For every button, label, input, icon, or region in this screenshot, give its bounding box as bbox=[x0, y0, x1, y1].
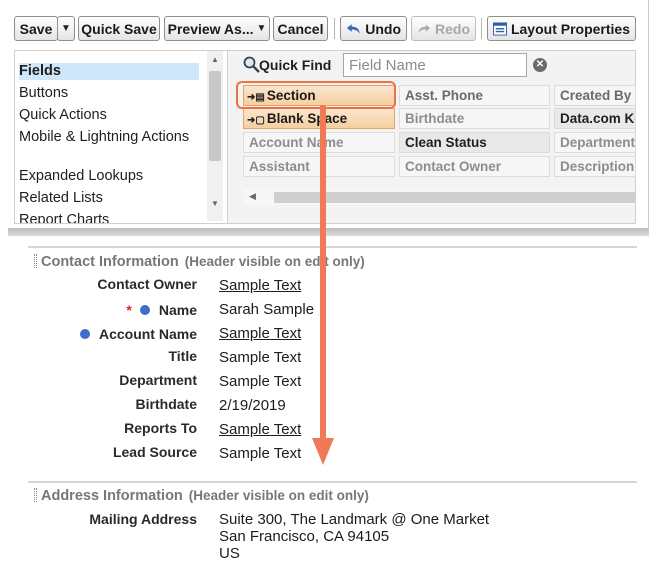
field-label-title: Title bbox=[168, 348, 197, 364]
undo-button[interactable]: Undo bbox=[340, 16, 407, 41]
section-highlight-callout bbox=[236, 81, 396, 109]
info-dot-icon bbox=[79, 329, 90, 339]
section-header-note: (Header visible on edit only) bbox=[184, 254, 365, 269]
section-title-text: Address Information bbox=[41, 488, 183, 504]
quick-save-label: Quick Save bbox=[81, 20, 157, 37]
field-value-department: Sample Text bbox=[219, 373, 302, 390]
quick-save-button[interactable]: Quick Save bbox=[78, 16, 160, 41]
field-value-account-name[interactable]: Sample Text bbox=[219, 325, 301, 342]
field-label-account-name: Account Name bbox=[29, 326, 197, 342]
field-label-reports-to: Reports To bbox=[124, 420, 197, 436]
field-value-mailing-address: Suite 300, The Landmark @ One Market San… bbox=[219, 511, 489, 562]
section-header-note: (Header visible on edit only) bbox=[188, 488, 369, 503]
category-buttons[interactable]: Buttons bbox=[19, 85, 199, 102]
palette-field-birthdate[interactable]: Birthdate bbox=[399, 108, 550, 129]
palette-category-list: Fields Buttons Quick Actions Mobile & Li… bbox=[15, 51, 228, 223]
field-label-birthdate: Birthdate bbox=[135, 396, 197, 412]
address-line: US bbox=[219, 545, 240, 562]
field-value-reports-to[interactable]: Sample Text bbox=[219, 421, 301, 438]
editor-divider-bar bbox=[8, 228, 649, 236]
field-label-text: Account Name bbox=[98, 326, 197, 342]
scroll-left-icon[interactable]: ◀ bbox=[249, 191, 256, 202]
field-label-department: Department bbox=[119, 372, 197, 388]
undo-icon bbox=[346, 24, 360, 34]
palette-field-contact-owner[interactable]: Contact Owner bbox=[399, 156, 550, 177]
field-value-contact-owner[interactable]: Sample Text bbox=[219, 277, 301, 294]
category-scrollbar[interactable]: ▲ ▼ bbox=[207, 51, 223, 221]
palette-field-description[interactable]: Description bbox=[554, 156, 636, 177]
redo-button[interactable]: Redo bbox=[411, 16, 476, 41]
field-label-mailing-address: Mailing Address bbox=[89, 511, 197, 527]
layout-properties-label: Layout Properties bbox=[510, 20, 630, 37]
palette-field-asst-phone[interactable]: Asst. Phone bbox=[399, 85, 550, 106]
toolbar-divider bbox=[334, 18, 335, 39]
address-line: San Francisco, CA 94105 bbox=[219, 528, 390, 545]
caret-down-icon: ▼ bbox=[256, 23, 267, 34]
section-divider bbox=[28, 246, 637, 248]
cancel-button[interactable]: Cancel bbox=[273, 16, 328, 41]
layout-properties-icon bbox=[493, 21, 507, 36]
field-label-lead-source: Lead Source bbox=[112, 444, 197, 460]
field-value-name: Sarah Sample bbox=[219, 301, 315, 318]
preview-as-button[interactable]: Preview As... ▼ bbox=[164, 16, 270, 41]
contact-section-title[interactable]: Contact Information (Header visible on ed… bbox=[34, 254, 365, 270]
field-value-birthdate: 2/19/2019 bbox=[219, 397, 286, 414]
section-divider bbox=[28, 481, 637, 483]
category-expanded-lookups[interactable]: Expanded Lookups bbox=[19, 168, 199, 185]
info-dot-icon bbox=[139, 305, 150, 315]
undo-label: Undo bbox=[365, 20, 401, 37]
required-marker-icon: * bbox=[126, 302, 132, 318]
toolbar: Save ▼ Quick Save Preview As... ▼ Cancel … bbox=[14, 14, 636, 44]
palette-horizontal-scrollbar[interactable]: ◀ bbox=[244, 189, 635, 205]
quick-find-label: Quick Find bbox=[259, 57, 332, 73]
category-quick-actions[interactable]: Quick Actions bbox=[19, 107, 199, 124]
palette-item-label: Blank Space bbox=[266, 111, 348, 126]
address-section-title[interactable]: Address Information (Header visible on ed… bbox=[34, 488, 369, 504]
layout-properties-button[interactable]: Layout Properties bbox=[487, 16, 636, 41]
palette-field-assistant[interactable]: Assistant bbox=[243, 156, 395, 177]
palette-field-account-name[interactable]: Account Name bbox=[243, 132, 395, 153]
category-related-lists[interactable]: Related Lists bbox=[19, 190, 199, 207]
preview-as-label: Preview As... bbox=[167, 20, 254, 37]
clear-search-icon[interactable]: ✕ bbox=[533, 58, 547, 72]
palette-field-datacom-key[interactable]: Data.com Key bbox=[554, 108, 636, 129]
field-label-text: Name bbox=[158, 302, 197, 318]
palette-field-department[interactable]: Department bbox=[554, 132, 636, 153]
blank-space-icon: ➜▢ bbox=[247, 115, 265, 126]
cancel-label: Cancel bbox=[277, 20, 324, 37]
toolbar-divider bbox=[481, 18, 482, 39]
save-label: Save bbox=[19, 20, 53, 37]
field-label-name: * Name bbox=[29, 302, 197, 318]
save-button[interactable]: Save bbox=[14, 16, 58, 41]
redo-icon bbox=[418, 24, 431, 34]
field-value-lead-source: Sample Text bbox=[219, 445, 302, 462]
category-report-charts[interactable]: Report Charts bbox=[19, 212, 199, 223]
annotation-arrow-head-icon bbox=[312, 438, 334, 465]
section-title-text: Contact Information bbox=[41, 254, 179, 270]
redo-label: Redo bbox=[435, 20, 470, 37]
category-scroll-thumb[interactable] bbox=[209, 71, 221, 161]
drag-handle-icon[interactable] bbox=[34, 254, 37, 268]
search-icon bbox=[243, 56, 260, 73]
category-fields[interactable]: Fields bbox=[19, 63, 199, 80]
palette-blank-space-item[interactable]: ➜▢ Blank Space bbox=[243, 108, 395, 129]
palette-scroll-thumb[interactable] bbox=[274, 192, 635, 203]
drag-handle-icon[interactable] bbox=[34, 488, 37, 502]
field-value-title: Sample Text bbox=[219, 349, 302, 366]
save-dropdown-button[interactable]: ▼ bbox=[57, 16, 75, 41]
quick-find-input[interactable] bbox=[343, 53, 527, 77]
caret-down-icon: ▼ bbox=[61, 23, 71, 34]
category-mobile-lightning-actions[interactable]: Mobile & Lightning Actions bbox=[19, 129, 194, 146]
annotation-arrow bbox=[320, 105, 326, 443]
field-label-contact-owner: Contact Owner bbox=[97, 276, 197, 292]
palette-field-clean-status[interactable]: Clean Status bbox=[399, 132, 550, 153]
address-line: Suite 300, The Landmark @ One Market bbox=[219, 511, 490, 528]
scroll-up-icon[interactable]: ▲ bbox=[211, 55, 219, 64]
palette-field-created-by[interactable]: Created By bbox=[554, 85, 636, 106]
scroll-down-icon[interactable]: ▼ bbox=[211, 199, 219, 208]
